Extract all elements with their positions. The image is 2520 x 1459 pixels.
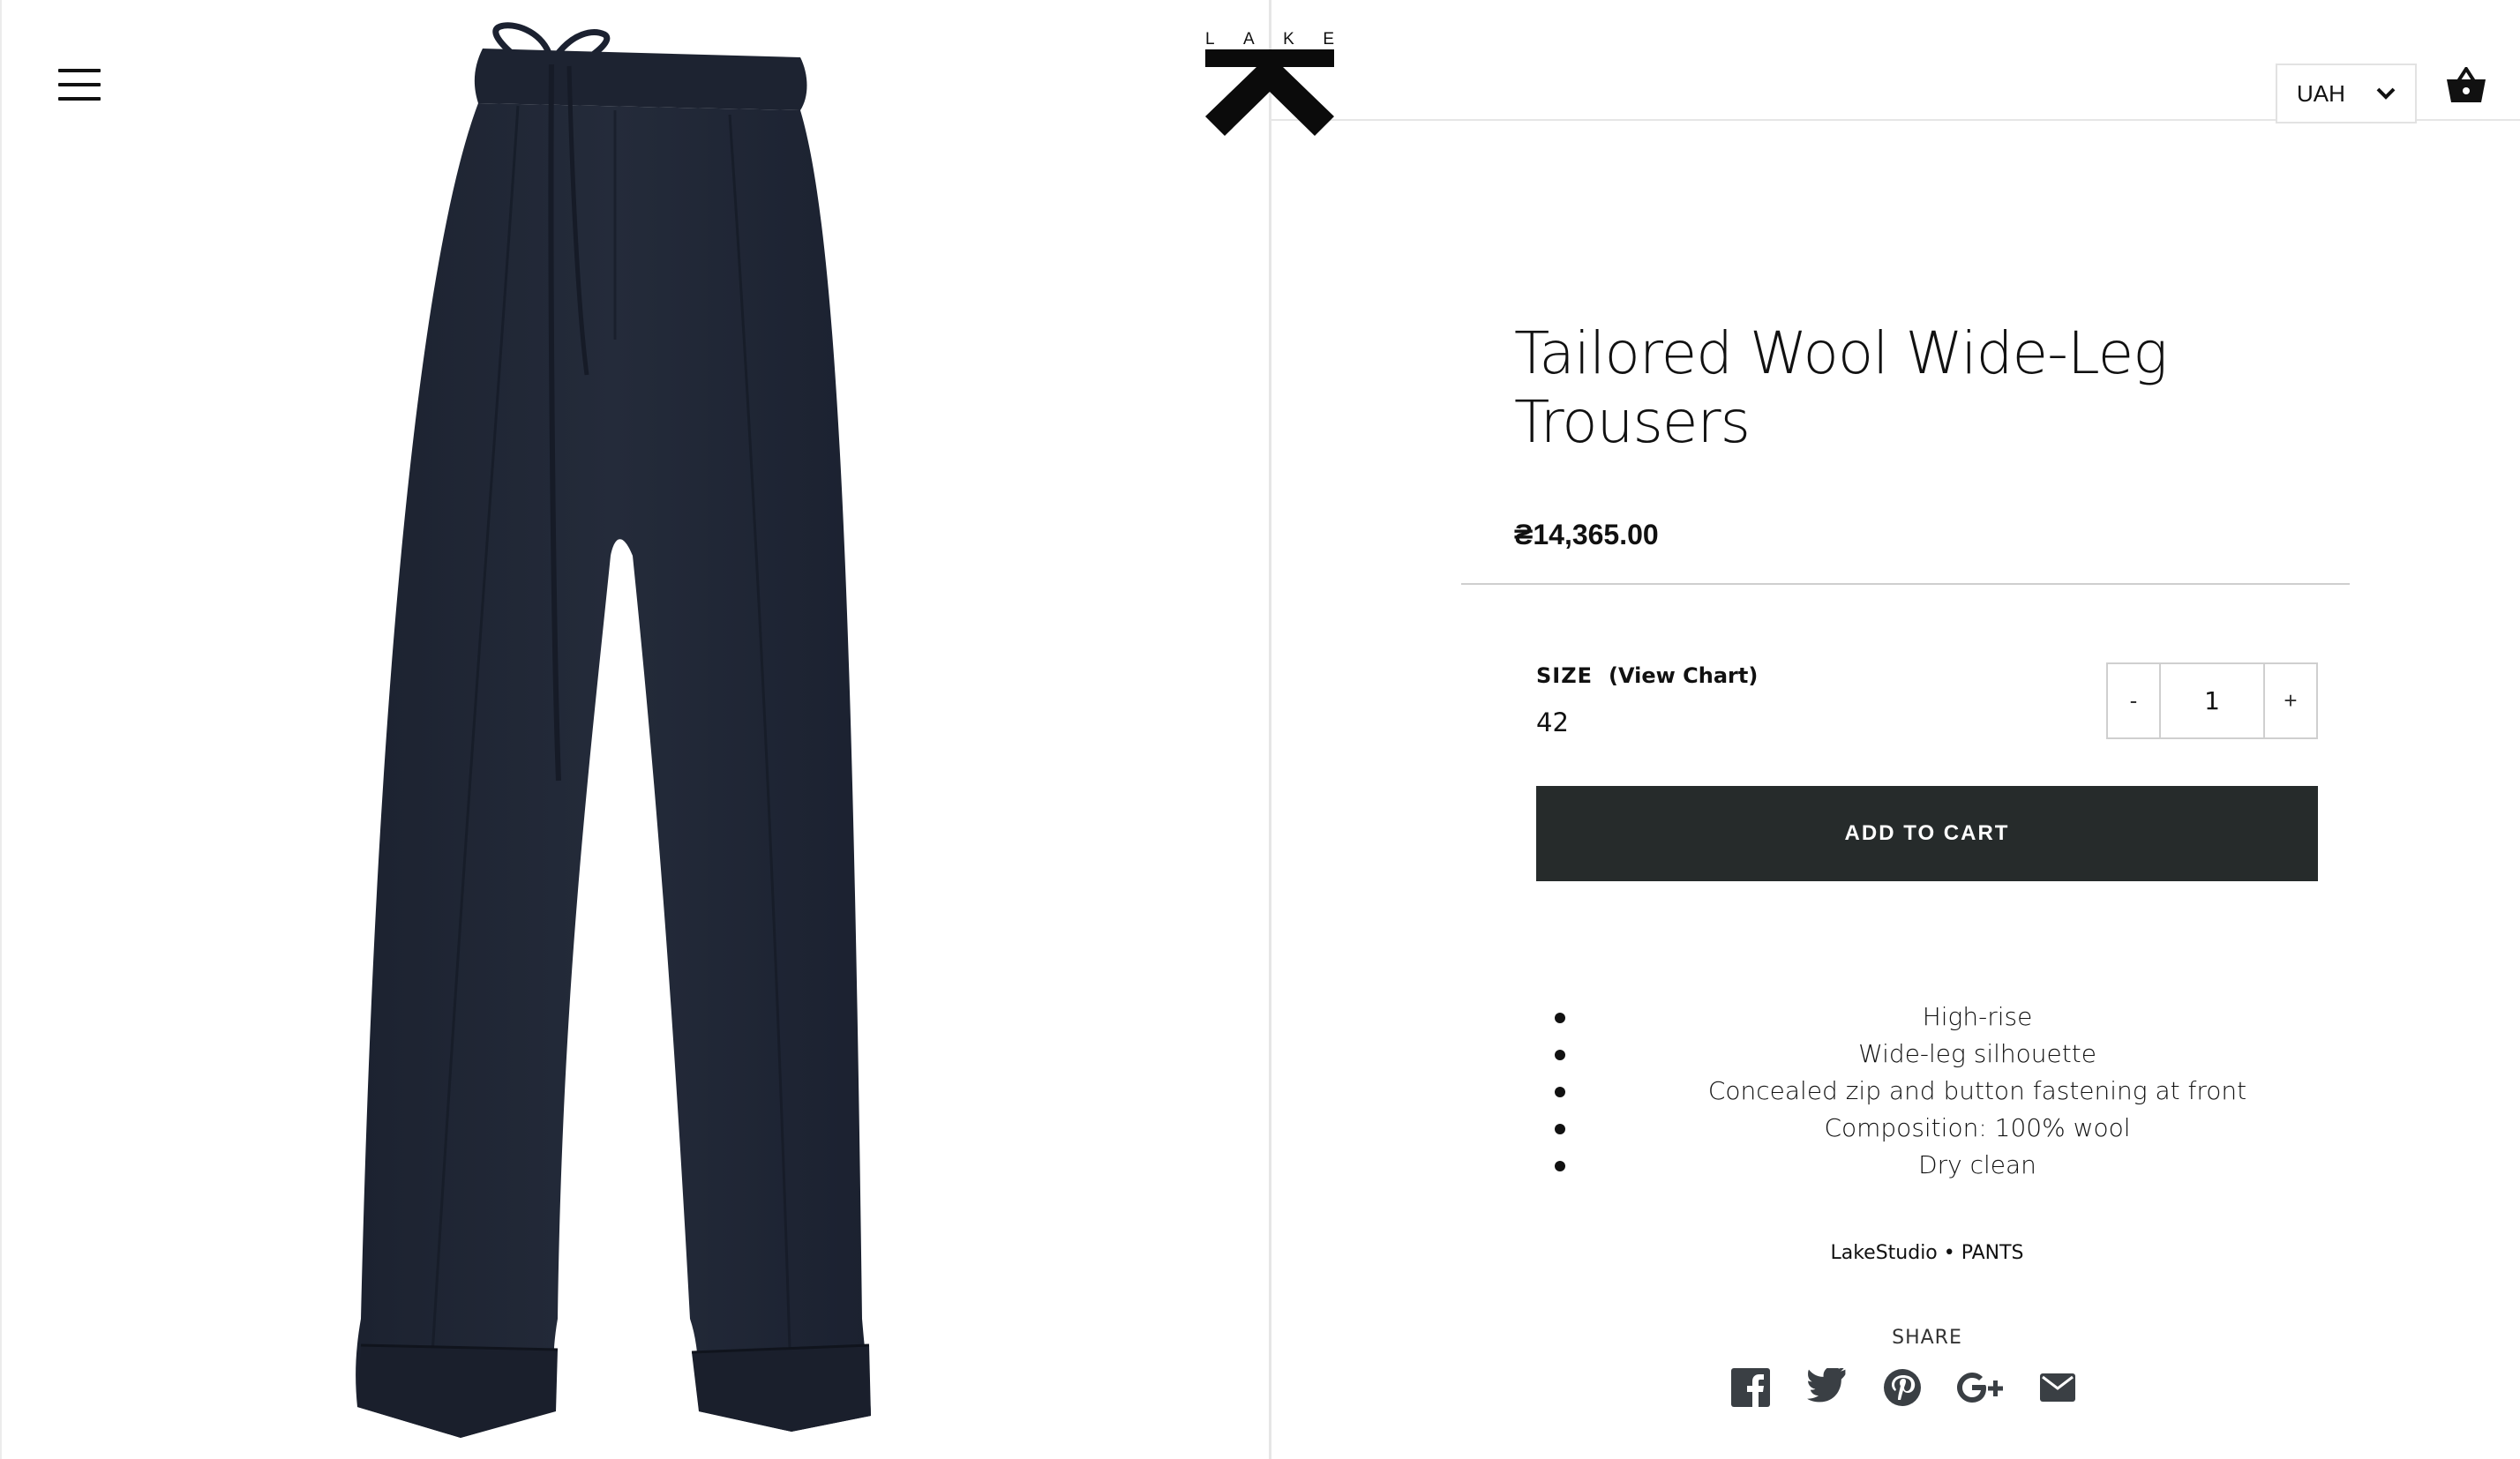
chevron-down-icon [2376,87,2396,100]
product-page: L A K E UAH Tailored Wool Wide-Leg Trous… [0,0,2520,1459]
size-select[interactable]: 42 [1536,707,1569,737]
brand-logo[interactable]: L A K E [1205,30,1334,139]
logo-mark-icon [1205,49,1334,136]
bullet-icon [1555,1161,1565,1171]
quantity-stepper: - 1 + [2106,662,2318,739]
panel-divider [1269,0,1271,1459]
bullet-icon [1555,1124,1565,1134]
bullet-icon [1555,1087,1565,1097]
bullet-icon [1555,1050,1565,1060]
list-item: Wide-leg silhouette [1536,1036,2401,1073]
price-divider [1461,583,2350,585]
basket-icon[interactable] [2446,67,2486,104]
product-image-panel [0,0,1269,1459]
quantity-increase-button[interactable]: + [2263,664,2316,737]
logo-letters: L A K E [1205,30,1334,49]
email-icon[interactable] [2040,1373,2075,1402]
product-image [356,22,872,1438]
list-item: High-rise [1536,999,2401,1036]
product-meta[interactable]: LakeStudio • PANTS [1536,1242,2318,1264]
product-title-line1: Tailored Wool Wide-Leg [1514,319,2168,387]
add-to-cart-button[interactable]: ADD TO CART [1536,786,2318,881]
currency-value: UAH [2297,79,2345,107]
share-label: SHARE [1892,1327,1962,1349]
facebook-icon[interactable] [1731,1368,1770,1407]
list-item: Dry clean [1536,1147,2401,1184]
list-item: Concealed zip and button fastening at fr… [1536,1073,2401,1110]
currency-select[interactable]: UAH [2276,64,2417,123]
quantity-input[interactable]: 1 [2161,664,2263,737]
product-price: ₴14,365.00 [1514,519,1659,550]
share-icons [1731,1368,2084,1409]
pinterest-icon[interactable] [1883,1368,1922,1407]
quantity-decrease-button[interactable]: - [2108,664,2161,737]
twitter-icon[interactable] [1807,1368,1848,1403]
product-title: Tailored Wool Wide-Leg Trousers [1514,319,2185,457]
view-size-chart-link[interactable]: (View Chart) [1609,663,1758,688]
list-item: Composition: 100% wool [1536,1110,2401,1147]
size-label: SIZE [1536,663,1594,688]
hamburger-menu-icon[interactable] [58,69,101,101]
feature-list: High-rise Wide-leg silhouette Concealed … [1536,999,2401,1184]
bullet-icon [1555,1013,1565,1023]
google-plus-icon[interactable] [1955,1370,2005,1405]
product-title-line2: Trousers [1514,388,1751,456]
